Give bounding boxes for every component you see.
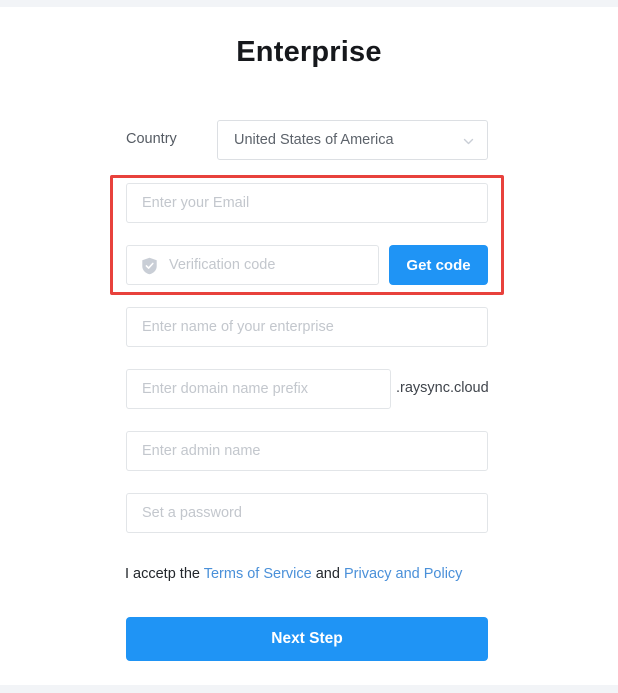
password-placeholder: Set a password bbox=[142, 505, 242, 521]
password-field[interactable]: Set a password bbox=[126, 493, 488, 533]
verification-code-placeholder: Verification code bbox=[169, 257, 276, 273]
email-field[interactable]: Enter your Email bbox=[126, 183, 488, 223]
privacy-policy-link[interactable]: Privacy and Policy bbox=[344, 566, 462, 582]
country-row: Country United States of America bbox=[126, 120, 488, 160]
signup-form-page: Enterprise Country United States of Amer… bbox=[0, 7, 618, 685]
country-select[interactable]: United States of America bbox=[217, 120, 488, 160]
admin-name-placeholder: Enter admin name bbox=[142, 443, 261, 459]
terms-of-service-link[interactable]: Terms of Service bbox=[204, 566, 312, 582]
terms-acceptance-text: I accetp the Terms of Service and Privac… bbox=[125, 566, 462, 582]
admin-name-field[interactable]: Enter admin name bbox=[126, 431, 488, 471]
page-title: Enterprise bbox=[236, 36, 382, 68]
email-placeholder: Enter your Email bbox=[142, 195, 250, 211]
terms-prefix: I accetp the bbox=[125, 566, 204, 582]
next-step-button[interactable]: Next Step bbox=[126, 617, 488, 661]
enterprise-name-placeholder: Enter name of your enterprise bbox=[142, 319, 334, 335]
bottom-edge-strip bbox=[0, 685, 618, 693]
terms-separator: and bbox=[311, 566, 344, 582]
domain-suffix-label: .raysync.cloud bbox=[396, 380, 489, 396]
chevron-down-icon bbox=[463, 136, 474, 147]
enterprise-name-field[interactable]: Enter name of your enterprise bbox=[126, 307, 488, 347]
country-select-value: United States of America bbox=[234, 132, 394, 148]
verification-code-field[interactable]: Verification code bbox=[126, 245, 379, 285]
get-code-button[interactable]: Get code bbox=[389, 245, 488, 285]
country-label: Country bbox=[126, 131, 177, 147]
domain-prefix-field[interactable]: Enter domain name prefix bbox=[126, 369, 391, 409]
domain-prefix-placeholder: Enter domain name prefix bbox=[142, 381, 309, 397]
shield-icon bbox=[141, 257, 158, 275]
top-edge-strip bbox=[0, 0, 618, 7]
